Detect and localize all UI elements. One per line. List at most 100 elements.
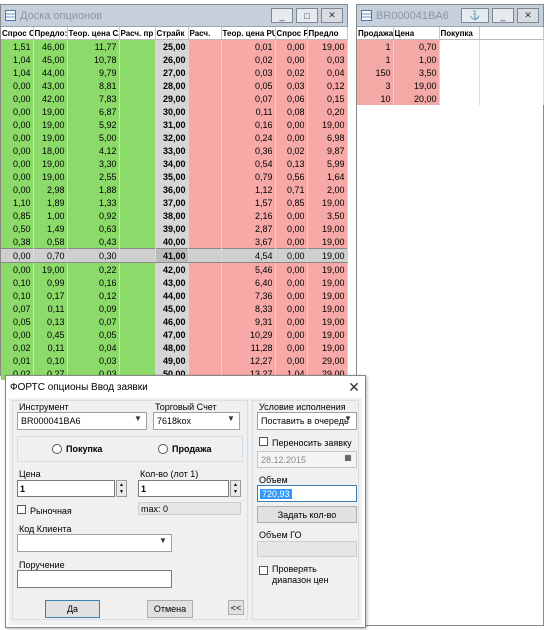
table-row[interactable]: 0,00 19,00 6,87 30,00 0,11 0,08 0,20 — [1, 105, 348, 118]
dialog-close-button[interactable]: ✕ — [347, 379, 361, 396]
table-cell[interactable]: 0,01 — [221, 39, 276, 53]
table-cell[interactable]: 42,00 — [33, 92, 68, 105]
table-cell[interactable]: 9,31 — [221, 315, 276, 328]
table-row[interactable]: 1,10 1,89 1,33 37,00 1,57 0,85 19,00 — [1, 196, 348, 209]
close-button[interactable]: ✕ — [321, 8, 343, 23]
table-cell[interactable]: 0,08 — [275, 105, 308, 118]
table-cell[interactable]: 48,00 — [155, 341, 189, 354]
table-cell[interactable]: 46,00 — [155, 315, 189, 328]
table-cell[interactable] — [119, 328, 156, 341]
table-row[interactable]: 0,01 0,10 0,03 49,00 12,27 0,00 29,00 — [1, 354, 348, 367]
table-row[interactable]: 0,10 0,17 0,12 44,00 7,36 0,00 19,00 — [1, 289, 348, 302]
table-cell[interactable]: 0,22 — [67, 262, 120, 276]
table-cell[interactable]: 150 — [357, 66, 394, 79]
table-cell[interactable] — [119, 315, 156, 328]
table-cell[interactable] — [119, 209, 156, 222]
table-cell[interactable]: 8,81 — [67, 79, 120, 92]
table-cell[interactable] — [119, 157, 156, 170]
table-cell[interactable] — [188, 131, 222, 144]
table-cell[interactable]: 6,40 — [221, 276, 276, 289]
table-cell[interactable]: 42,00 — [155, 262, 189, 276]
table-cell[interactable]: 2,55 — [67, 170, 120, 183]
table-cell[interactable]: 0,06 — [275, 92, 308, 105]
table-cell[interactable] — [188, 118, 222, 131]
table-cell[interactable]: 5,46 — [221, 262, 276, 276]
table-cell[interactable]: 0,02 — [275, 66, 308, 79]
table-cell[interactable]: 18,00 — [33, 144, 68, 157]
qty-input[interactable]: 1 — [138, 480, 229, 497]
table-cell[interactable]: 5,99 — [307, 157, 348, 170]
set-qty-button[interactable]: Задать кол-во — [257, 506, 357, 523]
table-cell[interactable]: 19,00 — [307, 341, 348, 354]
table-cell[interactable]: 0,00 — [1, 328, 34, 341]
table-cell[interactable]: 0,00 — [275, 289, 308, 302]
table-row[interactable]: 1,04 45,00 10,78 26,00 0,02 0,00 0,03 — [1, 53, 348, 66]
table-row[interactable]: 1,04 44,00 9,79 27,00 0,03 0,02 0,04 — [1, 66, 348, 79]
table-cell[interactable]: 7,83 — [67, 92, 120, 105]
table-cell[interactable]: 0,50 — [1, 222, 34, 235]
table-cell[interactable] — [119, 66, 156, 79]
options-board-table[interactable]: Спрос CПредло:Теор. цена CALРасч. прСтра… — [1, 27, 348, 393]
table-row[interactable]: 0,00 19,00 0,22 42,00 5,46 0,00 19,00 — [1, 262, 348, 276]
table-cell[interactable]: 19,00 — [33, 105, 68, 118]
table-row[interactable]: 0,02 0,11 0,04 48,00 11,28 0,00 19,00 — [1, 341, 348, 354]
table-cell[interactable]: 0,00 — [275, 39, 308, 53]
column-header[interactable]: Предло — [307, 27, 348, 40]
column-header[interactable]: Теор. цена PU — [221, 27, 276, 40]
table-cell[interactable] — [188, 315, 222, 328]
table-cell[interactable]: 1,00 — [33, 209, 68, 222]
table-cell[interactable] — [188, 341, 222, 354]
cancel-button[interactable]: Отмена — [147, 600, 193, 618]
table-cell[interactable]: 1,10 — [1, 196, 34, 209]
table-cell[interactable]: 0,00 — [275, 209, 308, 222]
table-cell[interactable]: 0,85 — [1, 209, 34, 222]
table-cell[interactable]: 43,00 — [33, 79, 68, 92]
table-cell[interactable]: 31,00 — [155, 118, 189, 131]
table-cell[interactable]: 26,00 — [155, 53, 189, 66]
table-cell[interactable]: 0,24 — [221, 131, 276, 144]
table-cell[interactable] — [119, 248, 156, 263]
table-cell[interactable]: 0,12 — [307, 79, 348, 92]
table-cell[interactable] — [119, 289, 156, 302]
table-cell[interactable]: 19,00 — [307, 118, 348, 131]
table-cell[interactable]: 0,79 — [221, 170, 276, 183]
table-cell[interactable]: 10,29 — [221, 328, 276, 341]
table-cell[interactable]: 33,00 — [155, 144, 189, 157]
table-cell[interactable]: 19,00 — [307, 328, 348, 341]
table-cell[interactable]: 0,02 — [221, 53, 276, 66]
table-cell[interactable]: 0,15 — [307, 92, 348, 105]
table-cell[interactable]: 0,00 — [275, 354, 308, 367]
table-cell[interactable]: 9,79 — [67, 66, 120, 79]
table-cell[interactable] — [188, 53, 222, 66]
table-cell[interactable]: 0,71 — [275, 183, 308, 196]
table-cell[interactable]: 0,03 — [67, 354, 120, 367]
table-cell[interactable]: 0,11 — [33, 341, 68, 354]
table-cell[interactable]: 19,00 — [307, 289, 348, 302]
table-cell[interactable] — [188, 66, 222, 79]
table-cell[interactable]: 25,00 — [155, 39, 189, 53]
table-cell[interactable] — [119, 92, 156, 105]
table-cell[interactable] — [119, 131, 156, 144]
table-cell[interactable] — [439, 39, 480, 53]
table-cell[interactable] — [188, 354, 222, 367]
table-cell[interactable]: 1,00 — [393, 53, 440, 66]
column-header[interactable]: Спрос C — [1, 27, 34, 40]
table-cell[interactable] — [188, 144, 222, 157]
minimize-button[interactable]: _ — [271, 8, 293, 23]
table-cell[interactable] — [119, 39, 156, 53]
table-cell[interactable]: 0,12 — [67, 289, 120, 302]
table-cell[interactable]: 0,00 — [275, 328, 308, 341]
column-header[interactable]: Предло: — [33, 27, 68, 40]
table-cell[interactable] — [119, 118, 156, 131]
order-book-minimize-button[interactable]: _ — [492, 8, 514, 23]
table-cell[interactable]: 0,00 — [1, 170, 34, 183]
table-cell[interactable] — [188, 196, 222, 209]
table-cell[interactable]: 0,07 — [221, 92, 276, 105]
table-cell[interactable]: 0,00 — [275, 118, 308, 131]
table-cell[interactable]: 19,00 — [307, 276, 348, 289]
column-header[interactable]: Покупка — [439, 27, 480, 40]
volume-input[interactable]: 720,93 — [257, 485, 357, 502]
table-row[interactable]: 150 3,50 — [357, 66, 544, 79]
table-cell[interactable]: 0,03 — [275, 79, 308, 92]
table-cell[interactable]: 0,58 — [33, 235, 68, 249]
